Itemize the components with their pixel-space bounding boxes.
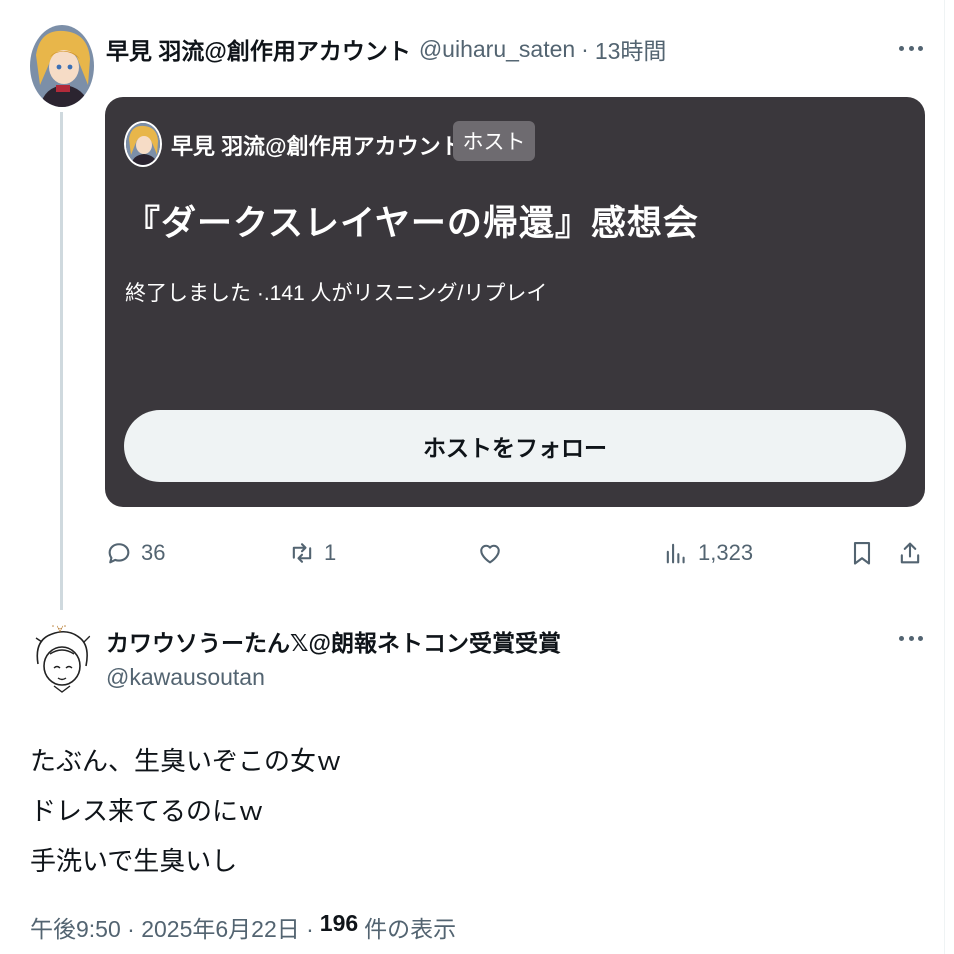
reply-icon [108, 543, 130, 564]
reply-count: 36 [141, 540, 166, 565]
svg-text:ﾟ∀ﾟ: ﾟ∀ﾟ [52, 625, 68, 634]
views-icon [666, 543, 685, 564]
reply-views-count: 196 [319, 910, 359, 936]
author-name[interactable]: 早見 羽流@創作用アカウント [106, 32, 411, 66]
tweet-time[interactable]: 13時間 [595, 32, 667, 66]
reply-action[interactable]: 36 [105, 534, 165, 572]
like-icon [480, 544, 500, 564]
reply-views-label: 件の表示 [364, 916, 457, 942]
reply-meta: 午後9:50 · 2025年6月22日 · 196 件の表示 [30, 910, 456, 944]
reply-timestamp[interactable]: 午後9:50 · 2025年6月22日 · [30, 910, 314, 944]
repost-icon [292, 543, 312, 563]
more-icon[interactable] [896, 628, 926, 648]
views-count: 1,323 [698, 540, 754, 565]
space-card[interactable]: 早見 羽流@創作用アカウント ホスト 『ダークスレイヤーの帰還』感想会 終了しま… [105, 97, 925, 507]
reply-author-handle[interactable]: @kawausoutan [106, 664, 265, 691]
space-status: 終了しました ·.141 人がリスニング/リプレイ [125, 282, 548, 305]
right-border [944, 0, 945, 954]
author-handle[interactable]: @uiharu_saten [419, 36, 575, 63]
follow-host-button[interactable]: ホストをフォロー [124, 410, 906, 482]
host-badge: ホスト [453, 121, 535, 161]
reply-text-line: たぶん、生臭いぞこの女ｗ [30, 746, 343, 776]
bookmark-action[interactable] [848, 534, 876, 572]
share-icon [900, 542, 920, 564]
reply-text-line: ドレス来てるのにｗ [30, 796, 265, 826]
tweet-header: 早見 羽流@創作用アカウント @uiharu_saten · 13時間 [106, 32, 667, 66]
repost-count: 1 [324, 540, 337, 565]
share-action[interactable] [896, 534, 924, 572]
reply-text-line: 手洗いで生臭いし [30, 846, 238, 876]
like-action[interactable] [476, 534, 504, 572]
bookmark-icon [853, 542, 871, 565]
reply-author-name[interactable]: カワウソうーたん𝕏@朗報ネトコン受賞受賞 [106, 624, 561, 658]
thread-line [60, 112, 63, 610]
host-name: 早見 羽流@創作用アカウント [171, 134, 463, 159]
views-action[interactable]: 1,323 [662, 534, 753, 572]
host-avatar [124, 121, 162, 167]
space-title: 『ダークスレイヤーの帰還』感想会 [125, 204, 699, 243]
header-separator: · [581, 35, 589, 62]
reply-author-avatar[interactable]: ﾟ∀ﾟ [28, 620, 96, 696]
author-avatar[interactable] [30, 25, 94, 107]
repost-action[interactable]: 1 [288, 534, 336, 572]
reply-text: たぶん、生臭いぞこの女ｗ ドレス来てるのにｗ 手洗いで生臭いし [30, 736, 342, 886]
more-icon[interactable] [896, 38, 926, 58]
